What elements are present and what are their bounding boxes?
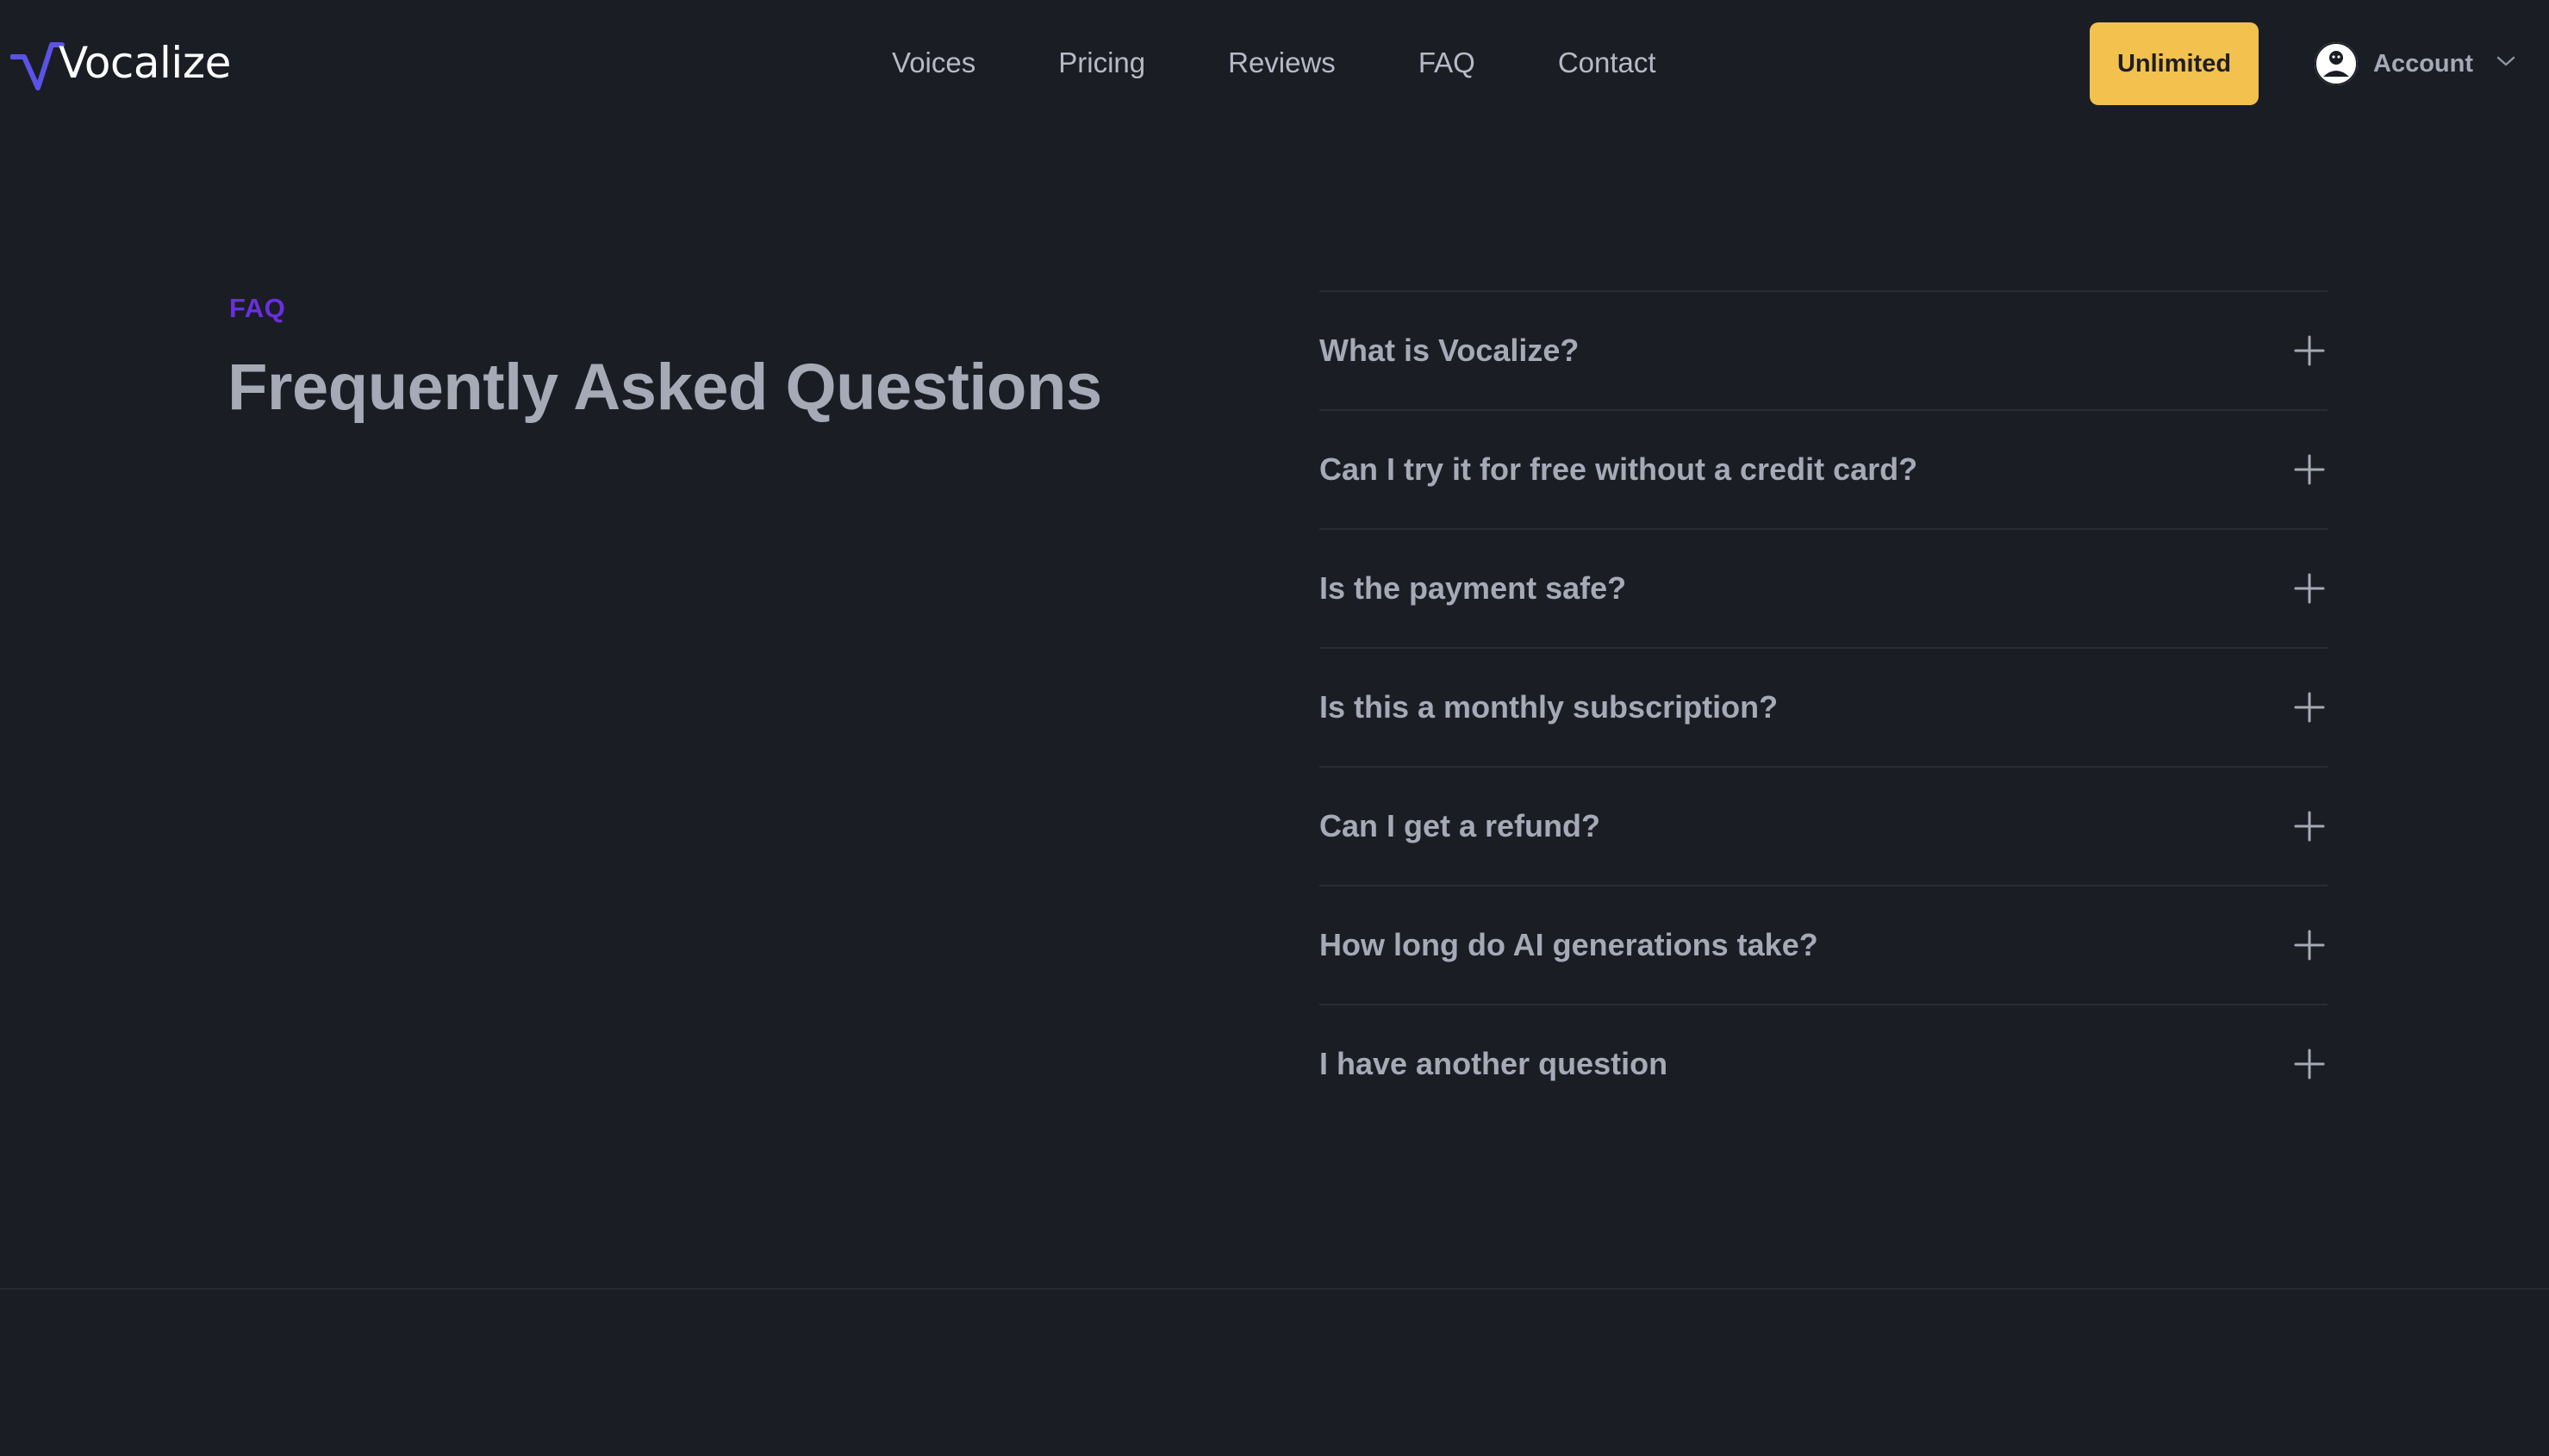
faq-question: Can I try it for free without a credit c… — [1319, 451, 1918, 487]
chevron-down-icon — [2496, 56, 2515, 66]
plus-icon — [2294, 811, 2325, 842]
unlimited-button[interactable]: Unlimited — [2090, 22, 2259, 105]
faq-question: Is the payment safe? — [1319, 570, 1627, 606]
plus-icon — [2294, 573, 2325, 604]
account-menu[interactable]: Account — [2315, 41, 2516, 86]
plus-icon — [2294, 454, 2325, 485]
faq-list: What is Vocalize? Can I try it for free … — [1319, 290, 2328, 1123]
faq-item[interactable]: Can I try it for free without a credit c… — [1319, 409, 2328, 528]
nav-item-reviews[interactable]: Reviews — [1187, 39, 1377, 87]
site-header: Vocalize Voices Pricing Reviews FAQ Cont… — [0, 0, 2549, 128]
page-title: Frequently Asked Questions — [227, 351, 1102, 424]
nav-item-voices[interactable]: Voices — [862, 39, 1017, 87]
faq-item[interactable]: Is the payment safe? — [1319, 528, 2328, 647]
plus-icon — [2294, 335, 2325, 366]
faq-question: Can I get a refund? — [1319, 808, 1601, 843]
nav-item-faq[interactable]: FAQ — [1377, 39, 1517, 87]
faq-question: Is this a monthly subscription? — [1319, 689, 1779, 725]
section-divider — [0, 1288, 2549, 1290]
section-eyebrow: FAQ — [229, 293, 286, 323]
plus-icon — [2294, 692, 2325, 723]
plus-icon — [2294, 1048, 2325, 1080]
nav-item-contact[interactable]: Contact — [1517, 39, 1698, 87]
nav-item-pricing[interactable]: Pricing — [1017, 39, 1187, 87]
faq-item[interactable]: What is Vocalize? — [1319, 290, 2328, 409]
faq-question: How long do AI generations take? — [1319, 927, 1818, 962]
faq-item[interactable]: Can I get a refund? — [1319, 766, 2328, 885]
brand-logo[interactable]: Vocalize — [10, 38, 231, 93]
faq-question: I have another question — [1319, 1046, 1668, 1081]
faq-question: What is Vocalize? — [1319, 333, 1580, 368]
faq-item[interactable]: Is this a monthly subscription? — [1319, 647, 2328, 766]
faq-item[interactable]: How long do AI generations take? — [1319, 885, 2328, 1004]
account-label: Account — [2373, 49, 2473, 78]
main-nav: Voices Pricing Reviews FAQ Contact — [862, 39, 1698, 87]
plus-icon — [2294, 930, 2325, 961]
faq-item[interactable]: I have another question — [1319, 1004, 2328, 1123]
avatar-icon — [2315, 42, 2358, 85]
brand-name: Vocalize — [59, 38, 231, 88]
